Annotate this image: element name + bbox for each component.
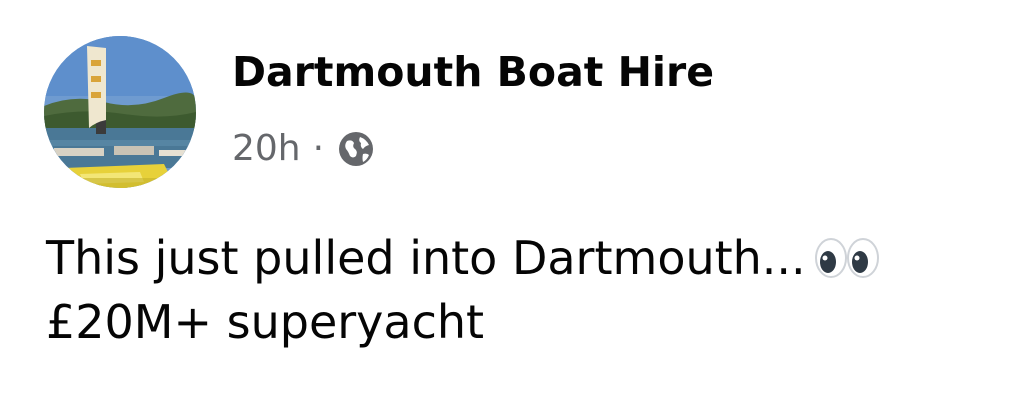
- post-body: This just pulled into Dartmouth... £20M+…: [46, 226, 1006, 354]
- avatar-photo: [44, 36, 196, 188]
- post-timestamp[interactable]: 20h: [232, 124, 301, 174]
- page-avatar[interactable]: [44, 36, 196, 188]
- post-text-line-2: £20M+ superyacht: [46, 295, 485, 349]
- post-text-line-1: This just pulled into Dartmouth...: [46, 226, 1006, 290]
- meta-separator: ·: [312, 128, 325, 169]
- eyes-emoji-icon: [814, 237, 880, 279]
- facebook-post: Dartmouth Boat Hire 20h · This just pull…: [0, 0, 1024, 409]
- post-text-line-1-text: This just pulled into Dartmouth...: [46, 231, 806, 285]
- globe-icon[interactable]: [336, 129, 376, 169]
- page-name-link[interactable]: Dartmouth Boat Hire: [232, 46, 714, 98]
- post-meta: 20h ·: [232, 124, 376, 174]
